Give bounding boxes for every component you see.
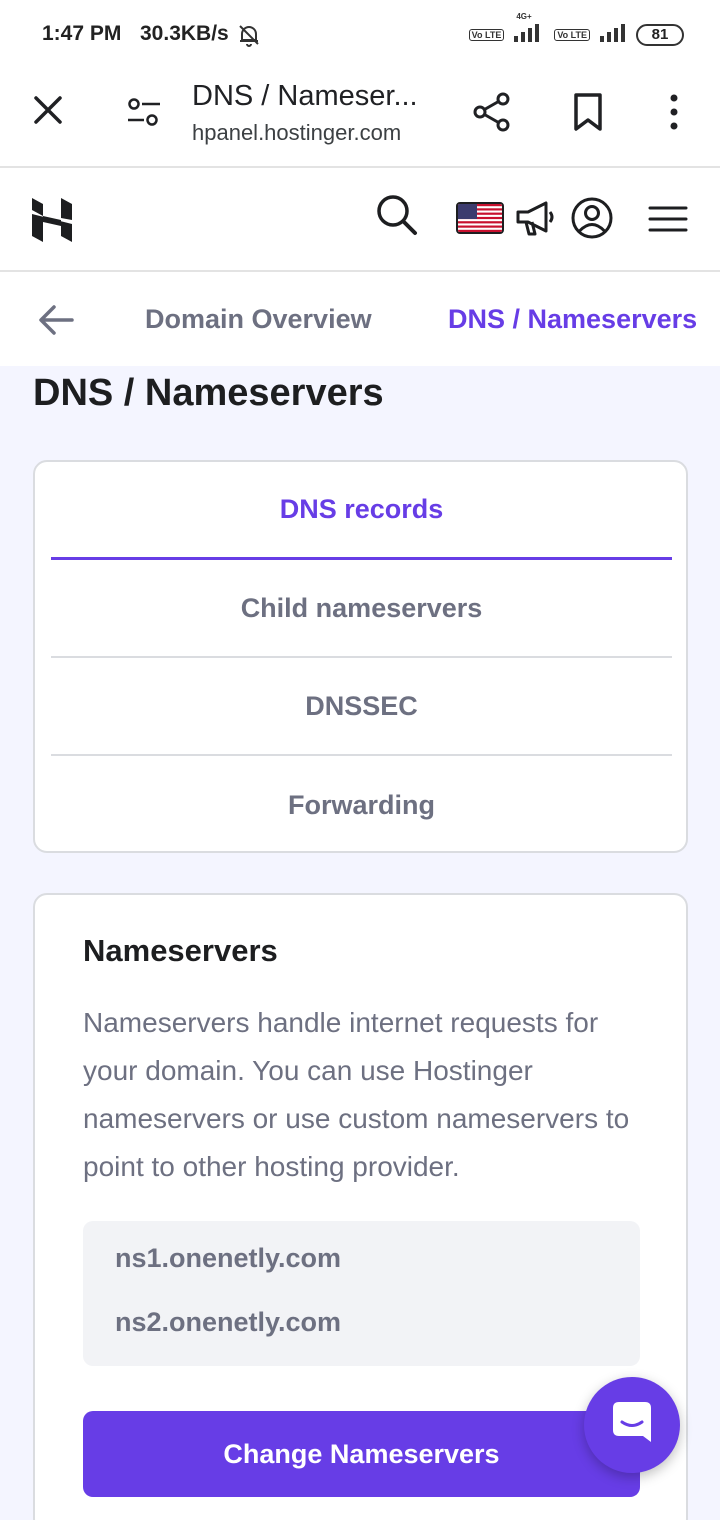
nameservers-description: Nameservers handle internet requests for…: [83, 1007, 630, 1182]
hostinger-logo-icon[interactable]: [30, 196, 74, 244]
signal-icon: 4G+: [512, 12, 546, 47]
site-settings-icon[interactable]: [124, 94, 164, 130]
status-bar: 1:47 PM 30.3KB/s Vo LTE 4G+ Vo LTE 81: [0, 0, 720, 70]
tab-forwarding[interactable]: Forwarding: [51, 756, 672, 854]
change-nameservers-button[interactable]: Change Nameservers: [83, 1411, 640, 1497]
chat-icon: [607, 1398, 657, 1453]
more-options-icon[interactable]: [660, 90, 688, 134]
dns-tabs: DNS records Child nameservers DNSSEC For…: [33, 460, 688, 853]
volte-badge-2: Vo LTE: [554, 28, 590, 41]
tab-dnssec[interactable]: DNSSEC: [51, 658, 672, 756]
breadcrumb: Domain Overview DNS / Nameservers: [0, 272, 720, 366]
browser-url[interactable]: hpanel.hostinger.com: [192, 120, 401, 146]
signal-icon-2: [598, 22, 628, 47]
bookmark-icon[interactable]: [568, 90, 608, 134]
megaphone-icon[interactable]: [514, 198, 558, 238]
user-icon[interactable]: [570, 196, 614, 240]
nameserver-list: ns1.onenetly.com ns2.onenetly.com: [83, 1221, 640, 1366]
status-time: 1:47 PM: [42, 22, 122, 45]
browser-toolbar: DNS / Nameser... hpanel.hostinger.com: [0, 70, 720, 168]
nameservers-title: Nameservers: [83, 933, 278, 968]
status-network-speed: 30.3KB/s: [140, 22, 229, 45]
bell-off-icon: [236, 22, 262, 53]
chat-button[interactable]: [584, 1377, 680, 1473]
breadcrumb-domain-overview[interactable]: Domain Overview: [145, 304, 372, 335]
nameserver-item-2: ns2.onenetly.com: [115, 1307, 342, 1337]
tab-dns-records[interactable]: DNS records: [51, 462, 672, 560]
site-header: [0, 168, 720, 272]
us-flag-icon[interactable]: [456, 202, 504, 234]
status-indicators: Vo LTE 4G+ Vo LTE 81: [468, 12, 684, 47]
browser-page-title: DNS / Nameser...: [192, 80, 418, 112]
search-icon[interactable]: [374, 192, 420, 238]
arrow-left-icon[interactable]: [36, 300, 76, 340]
tab-child-nameservers[interactable]: Child nameservers: [51, 560, 672, 658]
volte-badge: Vo LTE: [468, 28, 505, 41]
breadcrumb-dns-nameservers[interactable]: DNS / Nameservers: [448, 304, 697, 335]
battery-indicator: 81: [636, 23, 684, 46]
menu-icon[interactable]: [648, 204, 688, 234]
close-icon[interactable]: [30, 92, 66, 128]
nameserver-item-1: ns1.onenetly.com: [115, 1243, 342, 1273]
share-icon[interactable]: [470, 90, 514, 134]
page-title: DNS / Nameservers: [33, 372, 384, 414]
network-type-label: 4G+: [516, 12, 532, 21]
